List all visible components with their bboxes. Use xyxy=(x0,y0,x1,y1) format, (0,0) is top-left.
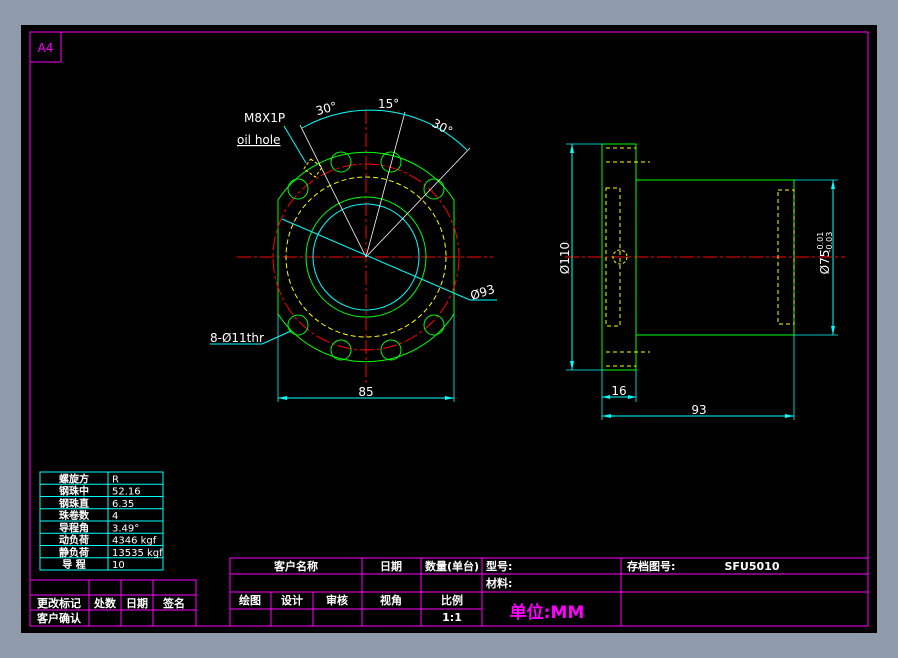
unit-label: 单位:MM xyxy=(510,602,585,623)
cad-drawing-canvas: A4 M8X1P oil hole 30° 15° 30° Ø93 8-Ø11t… xyxy=(21,25,877,633)
sheet-size-label: A4 xyxy=(38,41,54,55)
spec-row-label: 螺旋方 xyxy=(59,472,89,485)
spec-row-label: 钢珠中 xyxy=(59,485,89,498)
thk-label: 16 xyxy=(611,384,626,398)
archive-value: SFU5010 xyxy=(725,560,780,573)
spec-row-label: 导程角 xyxy=(59,521,89,534)
oil-hole-label-2: oil hole xyxy=(237,133,281,147)
check-label: 审核 xyxy=(326,593,348,607)
scale-value: 1:1 xyxy=(442,611,462,624)
dia75-tol-upper: -0.01 xyxy=(816,232,825,253)
holes-label: 8-Ø11thr xyxy=(210,331,264,345)
scale-label: 比例 xyxy=(441,593,463,607)
spec-row-value: 4 xyxy=(112,511,118,522)
drawn-label: 绘图 xyxy=(239,593,261,607)
spec-row-label: 钢珠直 xyxy=(59,497,89,510)
dia110-label: Ø110 xyxy=(558,242,572,274)
place-label: 处数 xyxy=(93,596,117,610)
model-label: 型号: xyxy=(486,559,512,573)
sign-label: 签名 xyxy=(162,596,185,610)
revision-date-label: 日期 xyxy=(126,596,148,610)
spec-row-label: 导 程 xyxy=(62,558,85,571)
qty-label: 数量(单台) xyxy=(425,559,479,573)
customer-confirm-label: 客户确认 xyxy=(36,611,82,625)
design-label: 设计 xyxy=(281,593,303,607)
spec-row-value: 6.35 xyxy=(112,499,134,510)
spec-row-value: 3.49° xyxy=(112,523,139,534)
archive-label: 存档图号: xyxy=(627,559,675,573)
spec-row-value: 52.16 xyxy=(112,487,141,498)
change-mark-label: 更改标记 xyxy=(37,596,81,610)
length-label: 93 xyxy=(691,403,706,417)
spec-row-value: 13535 kgf xyxy=(112,548,163,559)
view-angle-label: 视角 xyxy=(380,593,402,607)
customer-name-label: 客户名称 xyxy=(273,559,318,573)
spec-row-value: 4346 kgf xyxy=(112,536,157,547)
date-label: 日期 xyxy=(380,559,402,573)
spec-row-label: 动负荷 xyxy=(59,534,89,547)
spec-row-value: R xyxy=(112,474,119,485)
spec-row-label: 静负荷 xyxy=(59,546,89,559)
oil-hole-label-1: M8X1P xyxy=(244,111,285,125)
dia75-label: Ø75 xyxy=(818,250,832,275)
spec-row-label: 珠卷数 xyxy=(59,509,90,522)
spec-row-value: 10 xyxy=(112,560,125,571)
material-label: 材料: xyxy=(486,576,512,590)
width-label: 85 xyxy=(358,385,373,399)
angle-mid-label: 15° xyxy=(378,97,399,111)
dia75-tol-lower: -0.03 xyxy=(825,232,834,253)
